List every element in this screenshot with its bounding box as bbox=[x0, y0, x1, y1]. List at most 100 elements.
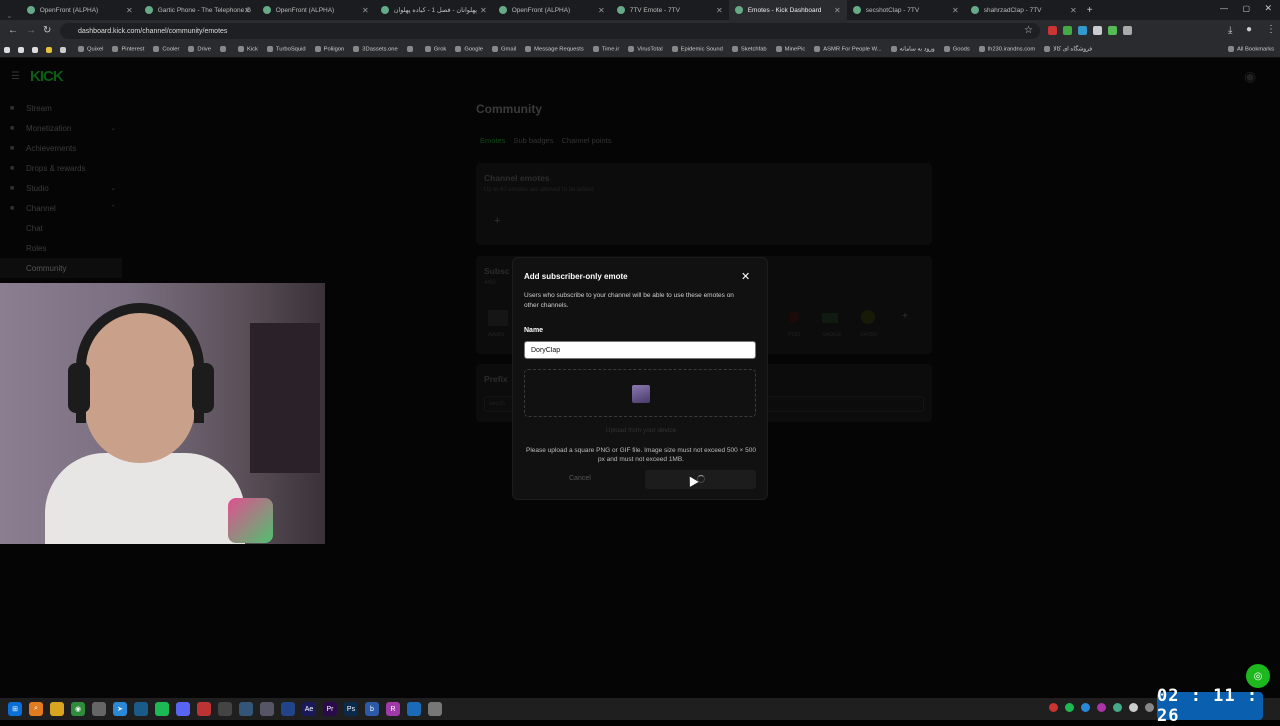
bookmark-item[interactable]: Message Requests bbox=[525, 46, 584, 53]
emote-thumbnail[interactable] bbox=[861, 310, 875, 324]
tray-icon[interactable] bbox=[1049, 703, 1058, 712]
emote-thumbnail[interactable] bbox=[488, 310, 508, 326]
sidebar-item-channel[interactable]: ■ Channel ⌃ bbox=[0, 198, 122, 218]
chevron-icon[interactable]: ⌃ bbox=[110, 204, 116, 212]
tray-icon[interactable] bbox=[1113, 703, 1122, 712]
bookmark-item[interactable] bbox=[406, 46, 416, 53]
bookmark-item[interactable]: Pinterest bbox=[112, 46, 144, 53]
bookmark-item[interactable]: Sketchfab bbox=[731, 46, 767, 53]
tray-icon[interactable] bbox=[1129, 703, 1138, 712]
kick-logo[interactable]: KICK bbox=[30, 68, 64, 85]
browser-tab[interactable]: OpenFront (ALPHA) ✕ bbox=[493, 0, 611, 20]
extension-icon[interactable] bbox=[1078, 26, 1087, 35]
extension-icon[interactable] bbox=[1063, 26, 1072, 35]
telegram-icon[interactable]: ➤ bbox=[113, 702, 127, 716]
browser-tab[interactable]: shahrzadClap - 7TV ✕ bbox=[965, 0, 1083, 20]
bookmark-item[interactable]: MinePic bbox=[775, 46, 805, 53]
emote-name-input[interactable] bbox=[524, 341, 756, 359]
file-explorer-icon[interactable] bbox=[50, 702, 64, 716]
upload-dropzone[interactable] bbox=[524, 369, 756, 417]
add-sub-emote-button[interactable]: + bbox=[902, 311, 908, 322]
tab-close-icon[interactable]: ✕ bbox=[716, 6, 723, 15]
tab-close-icon[interactable]: ✕ bbox=[126, 6, 133, 15]
bookmark-item[interactable]: فروشگاه ای کالا bbox=[1044, 46, 1092, 53]
bookmark-item[interactable]: Cooler bbox=[153, 46, 179, 53]
bookmark-item[interactable]: Poliigon bbox=[314, 46, 344, 53]
add-channel-emote-button[interactable]: + bbox=[494, 215, 500, 227]
bookmark-item[interactable]: TurboSquid bbox=[266, 46, 306, 53]
bookmark-item[interactable]: VirusTotal bbox=[628, 46, 663, 53]
browser-tab[interactable]: پهلوانان - فصل 1 - کباده پهلوان ✕ bbox=[375, 0, 493, 20]
spotify-icon[interactable] bbox=[155, 702, 169, 716]
bookmark-item[interactable]: 3Dassets.one bbox=[353, 46, 398, 53]
sidebar-item-drops-rewards[interactable]: ■ Drops & rewards bbox=[0, 158, 122, 178]
app-icon[interactable] bbox=[197, 702, 211, 716]
tab-close-icon[interactable]: ✕ bbox=[480, 6, 487, 15]
app-icon[interactable]: R bbox=[386, 702, 400, 716]
app-icon[interactable] bbox=[239, 702, 253, 716]
chrome-icon[interactable]: ◉ bbox=[71, 702, 85, 716]
bookmark-icon[interactable] bbox=[18, 46, 24, 53]
browser-tab[interactable]: OpenFront (ALPHA) ✕ bbox=[21, 0, 139, 20]
emote-thumbnail[interactable] bbox=[788, 311, 800, 323]
user-avatar[interactable]: ◉ bbox=[1244, 68, 1256, 85]
search-icon[interactable]: ⌕ bbox=[29, 702, 43, 716]
menu-icon[interactable]: ⋮ bbox=[1266, 24, 1276, 35]
submit-button[interactable] bbox=[645, 470, 756, 489]
hamburger-menu-icon[interactable]: ☰ bbox=[11, 71, 20, 82]
browser-tab[interactable]: secshotClap - 7TV ✕ bbox=[847, 0, 965, 20]
tab-emotes[interactable]: Emotes bbox=[480, 136, 505, 145]
browser-tab[interactable]: Gartic Phone - The Telephone G ✕ bbox=[139, 0, 257, 20]
bookmark-star-icon[interactable]: ☆ bbox=[1024, 25, 1033, 36]
tray-icon[interactable] bbox=[1081, 703, 1090, 712]
window-close-icon[interactable]: ✕ bbox=[1264, 3, 1272, 14]
sidebar-item-stream[interactable]: ■ Stream bbox=[0, 98, 122, 118]
bookmark-item[interactable]: Kick bbox=[237, 46, 258, 53]
chevron-icon[interactable]: ⌄ bbox=[110, 184, 116, 192]
tab-close-icon[interactable]: ✕ bbox=[244, 6, 251, 15]
tab-close-icon[interactable]: ✕ bbox=[598, 6, 605, 15]
app-icon[interactable] bbox=[218, 702, 232, 716]
tab-close-icon[interactable]: ✕ bbox=[952, 6, 959, 15]
app-icon[interactable] bbox=[407, 702, 421, 716]
app-icon[interactable] bbox=[281, 702, 295, 716]
blender-icon[interactable]: b bbox=[365, 702, 379, 716]
app-icon[interactable] bbox=[260, 702, 274, 716]
tab-sub-badges[interactable]: Sub badges bbox=[513, 136, 553, 145]
bookmark-item[interactable]: Grok bbox=[424, 46, 446, 53]
bookmark-item[interactable]: Time.ir bbox=[592, 46, 619, 53]
maximize-icon[interactable]: ▢ bbox=[1242, 4, 1250, 13]
cancel-button[interactable]: Cancel bbox=[569, 475, 591, 482]
profile-avatar[interactable]: ● bbox=[1246, 24, 1252, 35]
bookmark-item[interactable]: ASMR For People W... bbox=[814, 46, 882, 53]
extension-icon[interactable] bbox=[1048, 26, 1057, 35]
bookmark-item[interactable] bbox=[219, 46, 229, 53]
back-icon[interactable]: ← bbox=[8, 25, 18, 36]
forward-icon[interactable]: → bbox=[26, 25, 36, 36]
extension-icon[interactable] bbox=[1108, 26, 1117, 35]
bookmark-item[interactable]: Google bbox=[455, 46, 483, 53]
steam-icon[interactable] bbox=[134, 702, 148, 716]
browser-tab[interactable]: Emotes - Kick Dashboard ✕ bbox=[728, 0, 847, 20]
chevron-icon[interactable]: ⌄ bbox=[110, 124, 116, 132]
sidebar-item-achievements[interactable]: ■ Achievements bbox=[0, 138, 122, 158]
windows-start-icon[interactable]: ⊞ bbox=[8, 702, 22, 716]
bookmark-icon[interactable] bbox=[46, 46, 52, 53]
apps-grid-icon[interactable] bbox=[60, 46, 66, 53]
close-icon[interactable]: ✕ bbox=[741, 270, 750, 283]
tab-close-icon[interactable]: ✕ bbox=[1070, 6, 1077, 15]
tray-icon[interactable] bbox=[1065, 703, 1074, 712]
premiere-icon[interactable]: Pr bbox=[323, 702, 337, 716]
sidebar-item-monetization[interactable]: ■ Monetization ⌄ bbox=[0, 118, 122, 138]
bookmark-icon[interactable] bbox=[4, 46, 10, 53]
bookmark-icon[interactable] bbox=[32, 46, 38, 53]
tab-search-icon[interactable]: ⌄ bbox=[6, 11, 13, 20]
bookmark-item[interactable]: Gmail bbox=[492, 46, 516, 53]
bookmark-item[interactable]: Drive bbox=[188, 46, 211, 53]
bookmark-item[interactable]: lh230.irandns.com bbox=[978, 46, 1035, 53]
bookmark-item[interactable]: Quixel bbox=[78, 46, 103, 53]
tab-close-icon[interactable]: ✕ bbox=[834, 6, 841, 15]
tray-icon[interactable] bbox=[1145, 703, 1154, 712]
discord-icon[interactable] bbox=[176, 702, 190, 716]
photoshop-icon[interactable]: Ps bbox=[344, 702, 358, 716]
